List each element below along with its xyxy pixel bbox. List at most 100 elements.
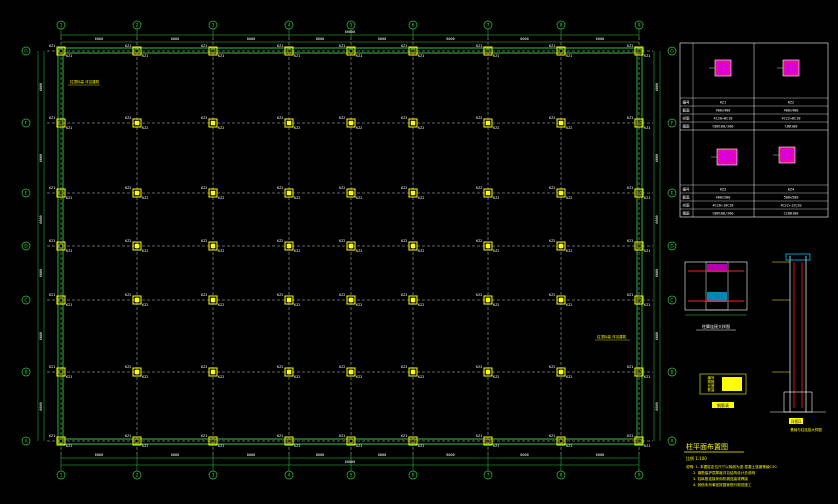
column-label: KZ2 [549,239,555,243]
column-label-b: KZ2 [142,249,148,253]
column-label: KZ1 [339,44,345,48]
axis-bubble-right-label: C [670,298,673,304]
column-label: KZ1 [49,186,55,190]
column-label: KZ1 [401,434,407,438]
schedule-cell: C8@100/200 [712,212,733,216]
rebar-dot [796,69,798,71]
plan-subtitle: 比例 1:100 [686,455,707,461]
column-label: KZ1 [201,44,207,48]
column-label-b: KZ2 [218,375,224,379]
column-label-b: KZ2 [418,249,424,253]
column-label: KZ1 [627,116,633,120]
column-label: KZ1 [401,44,407,48]
schedule-cell: 400x400 [784,109,799,113]
column-label: KZ1 [49,116,55,120]
column-label: KZ2 [201,365,207,369]
axis-bubble-bottom-label: 7 [487,473,490,479]
column-label: KZ2 [277,293,283,297]
dim-text-bottom: 8000 [247,453,255,457]
axis-bubble-top-label: 1 [60,23,63,29]
column-core [558,297,564,303]
column-label-b: KZ1 [294,444,300,448]
rebar-dot [784,160,786,162]
column-core [410,190,416,196]
schedule-header-label: 纵筋 [683,203,691,208]
column-core [558,369,564,375]
column-core [485,243,491,249]
column-core [558,120,564,126]
rebar-dot [718,154,720,156]
plan-title: 柱平面布置图 [686,442,728,451]
column-label-b: KZ1 [66,249,72,253]
rebar-dot [720,73,722,75]
column-label: KZ2 [401,293,407,297]
rebar-dot [788,73,790,75]
rebar-dot [784,61,786,63]
column-label: KZ2 [401,365,407,369]
axis-bubble-left-label: F [25,121,28,127]
column-label-b: KZ1 [418,54,424,58]
column-label: KZ2 [201,239,207,243]
column-label: KZ1 [277,44,283,48]
rebar-dot [780,148,782,150]
rebar-dot [734,162,736,164]
rebar-dot [723,150,726,152]
column-label: KZ1 [549,434,555,438]
note-line-4: 4. 其他未尽事宜按国家现行规范施工 [693,482,752,487]
column-label: KZ2 [549,365,555,369]
rebar-dot [784,69,786,71]
column-label-b: KZ2 [356,303,362,307]
column-label: KZ1 [277,434,283,438]
column-label: KZ2 [201,116,207,120]
column-core [286,120,292,126]
dim-text-right: 6000 [655,154,659,162]
rebar-dot [728,73,730,75]
rebar-dot [792,148,794,150]
axis-bubble-bottom-label: 2 [136,473,139,479]
rebar-dot [734,150,736,152]
column-label: KZ1 [627,293,633,297]
schedule-header-label: 截面 [683,108,691,113]
column-label-b: KZ2 [142,196,148,200]
rebar-dot [796,73,798,75]
rebar-dot [716,65,718,67]
column-core [348,297,354,303]
dim-text-left: 6000 [39,269,43,277]
dim-text-right: 6000 [655,83,659,91]
rebar-dot [784,65,786,67]
column-label-b: KZ2 [294,126,300,130]
column-label-b: KZ2 [142,375,148,379]
rebar-dot [718,158,720,160]
column-label-b: KZ1 [66,196,72,200]
dim-text-bottom: 8000 [378,453,386,457]
schedule-cell: 400x400 [716,109,731,113]
column-label-b: KZ1 [566,444,572,448]
column-core [134,369,140,375]
column-label: KZ2 [339,293,345,297]
rebar-dot [792,152,794,154]
column-label-b: KZ1 [418,444,424,448]
plan-note-top-left: 柱顶标高 详见建筑 [70,79,100,84]
schedule-header-label: 编号 [683,187,691,192]
foundation-title: 详图1 [791,418,802,424]
column-label: KZ2 [201,293,207,297]
axis-bubble-right-label: G [670,49,674,55]
column-core [134,297,140,303]
column-label: KZ1 [49,434,55,438]
column-label: KZ1 [627,365,633,369]
column-label: KZ2 [277,186,283,190]
column-core [485,190,491,196]
rebar-table-title: 钢筋表 [717,402,729,408]
column-label-b: KZ1 [356,54,362,58]
dim-text-bottom: 8000 [446,453,454,457]
rebar-dot [716,73,718,75]
rebar-dot [734,154,736,156]
column-label-b: KZ2 [356,126,362,130]
dim-text-right: 6000 [655,215,659,223]
note-line-2: 2. 钢筋保护层厚度详见结构设计总说明 [693,470,755,475]
column-label-b: KZ1 [218,444,224,448]
schedule-cell: 4C20+8C18 [714,117,733,121]
axis-bubble-right-label: D [670,244,674,250]
rebar-dot [728,69,730,71]
column-label: KZ1 [476,44,482,48]
